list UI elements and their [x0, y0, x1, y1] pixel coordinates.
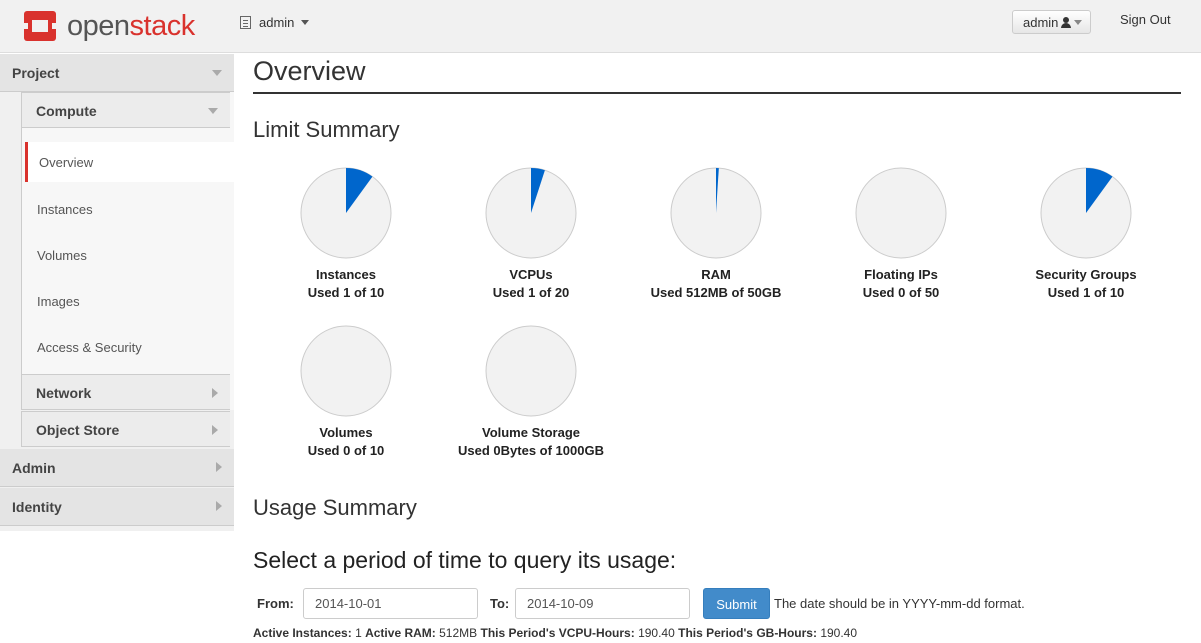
- active-ram-label: Active RAM:: [365, 626, 436, 640]
- limit-name: Floating IPs: [864, 267, 938, 282]
- active-instances-value: 1: [355, 626, 362, 640]
- limit-pie-instances: Instances Used 1 of 10: [253, 167, 439, 302]
- date-format-hint: The date should be in YYYY-mm-dd format.: [774, 596, 1025, 611]
- chevron-right-icon: [212, 425, 218, 435]
- limit-used: Used 512MB of 50GB: [650, 285, 782, 300]
- sidebar-dashboard-admin[interactable]: Admin: [0, 449, 234, 487]
- pie-label: Volume Storage Used 0Bytes of 1000GB: [438, 424, 624, 460]
- title-divider: [253, 92, 1181, 94]
- chevron-right-icon: [216, 501, 222, 511]
- limit-name: Volumes: [319, 425, 373, 440]
- top-bar: openstack admin admin Sign Out: [0, 0, 1201, 53]
- sidebar-item-images[interactable]: Images: [25, 281, 234, 321]
- limit-used: Used 0Bytes of 1000GB: [458, 443, 604, 458]
- sidebar-panel-label: Compute: [36, 103, 97, 119]
- limit-used: Used 1 of 20: [492, 285, 570, 300]
- page-title: Overview: [253, 56, 366, 86]
- limit-pie-floating-ips: Floating IPs Used 0 of 50: [808, 167, 994, 302]
- chevron-down-icon: [208, 108, 218, 114]
- chevron-right-icon: [212, 388, 218, 398]
- from-date-input[interactable]: 2014-10-01: [303, 588, 478, 619]
- sidebar-dashboard-label: Project: [12, 65, 60, 81]
- limit-name: VCPUs: [509, 267, 553, 282]
- to-label: To:: [490, 596, 510, 611]
- limit-name: Instances: [316, 267, 376, 282]
- limit-pie-ram: RAM Used 512MB of 50GB: [623, 167, 809, 302]
- sidebar-panel-label: Object Store: [36, 422, 120, 438]
- sidebar-panel-label: Network: [36, 385, 92, 401]
- sidebar-panel-object-store[interactable]: Object Store: [21, 411, 230, 447]
- date-range-form: From: 2014-10-01 To: 2014-10-09 Submit T…: [253, 588, 1181, 620]
- from-label: From:: [257, 596, 294, 611]
- pie-background: [485, 325, 577, 417]
- limit-name: RAM: [701, 267, 731, 282]
- to-date-input[interactable]: 2014-10-09: [515, 588, 690, 619]
- caret-down-icon: [301, 20, 310, 25]
- limit-name: Security Groups: [1035, 267, 1137, 282]
- sidebar: Project Compute Overview Instances Volum…: [0, 54, 234, 531]
- limit-pie-volumes: Volumes Used 0 of 10: [253, 325, 439, 460]
- sidebar-dashboard-label: Identity: [12, 499, 62, 515]
- openstack-logo[interactable]: openstack: [22, 9, 195, 43]
- limit-used: Used 0 of 10: [307, 443, 385, 458]
- pie-label: Volumes Used 0 of 10: [253, 424, 439, 460]
- sign-out-link[interactable]: Sign Out: [1120, 12, 1171, 27]
- limit-name: Volume Storage: [481, 425, 580, 440]
- project-selector[interactable]: admin: [240, 15, 310, 30]
- sidebar-item-instances[interactable]: Instances: [25, 189, 234, 229]
- sidebar-panel-compute[interactable]: Compute: [21, 92, 230, 128]
- pie-chart: [670, 167, 762, 259]
- active-instances-label: Active Instances:: [253, 626, 352, 640]
- openstack-logo-icon: [22, 9, 58, 43]
- sidebar-item-access-security[interactable]: Access & Security: [25, 327, 234, 367]
- document-icon: [240, 16, 251, 29]
- gb-hours-value: 190.40: [820, 626, 858, 640]
- limit-used: Used 1 of 10: [307, 285, 385, 300]
- pie-background: [855, 167, 947, 259]
- sidebar-dashboard-label: Admin: [12, 460, 56, 476]
- chevron-down-icon: [212, 70, 222, 76]
- usage-summary-heading: Usage Summary: [253, 495, 417, 520]
- limit-summary-heading: Limit Summary: [253, 117, 400, 142]
- pie-label: Security Groups Used 1 of 10: [993, 266, 1179, 302]
- pie-label: Instances Used 1 of 10: [253, 266, 439, 302]
- sidebar-dashboard-identity[interactable]: Identity: [0, 488, 234, 526]
- query-heading: Select a period of time to query its usa…: [253, 547, 677, 573]
- user-name: admin: [1023, 14, 1059, 30]
- gb-hours-label: This Period's GB-Hours:: [678, 626, 817, 640]
- limit-used: Used 0 of 50: [862, 285, 940, 300]
- pie-chart: [855, 167, 947, 259]
- pie-label: VCPUs Used 1 of 20: [438, 266, 624, 302]
- limit-pie-volume-storage: Volume Storage Used 0Bytes of 1000GB: [438, 325, 624, 460]
- limit-pie-security-groups: Security Groups Used 1 of 10: [993, 167, 1179, 302]
- sidebar-panel-network[interactable]: Network: [21, 374, 230, 410]
- pie-label: Floating IPs Used 0 of 50: [808, 266, 994, 302]
- project-name: admin: [259, 15, 295, 30]
- active-ram-value: 512MB: [439, 626, 478, 640]
- caret-down-icon: [1074, 19, 1083, 25]
- submit-button[interactable]: Submit: [703, 588, 770, 619]
- pie-label: RAM Used 512MB of 50GB: [623, 266, 809, 302]
- logo-text: openstack: [67, 9, 195, 42]
- sidebar-dashboard-project[interactable]: Project: [0, 54, 234, 92]
- vcpu-hours-label: This Period's VCPU-Hours:: [480, 626, 635, 640]
- pie-chart: [485, 325, 577, 417]
- pie-background: [300, 325, 392, 417]
- pie-chart: [1040, 167, 1132, 259]
- vcpu-hours-value: 190.40: [638, 626, 675, 640]
- chevron-right-icon: [216, 462, 222, 472]
- pie-chart: [300, 325, 392, 417]
- limit-used: Used 1 of 10: [1047, 285, 1125, 300]
- pie-chart: [485, 167, 577, 259]
- usage-totals: Active Instances: 1 Active RAM: 512MB Th…: [253, 626, 857, 640]
- user-menu-button[interactable]: admin: [1012, 10, 1091, 34]
- pie-chart: [300, 167, 392, 259]
- sidebar-item-volumes[interactable]: Volumes: [25, 235, 234, 275]
- user-icon: [1061, 16, 1072, 28]
- sidebar-item-overview[interactable]: Overview: [25, 142, 234, 182]
- limit-pie-vcpus: VCPUs Used 1 of 20: [438, 167, 624, 302]
